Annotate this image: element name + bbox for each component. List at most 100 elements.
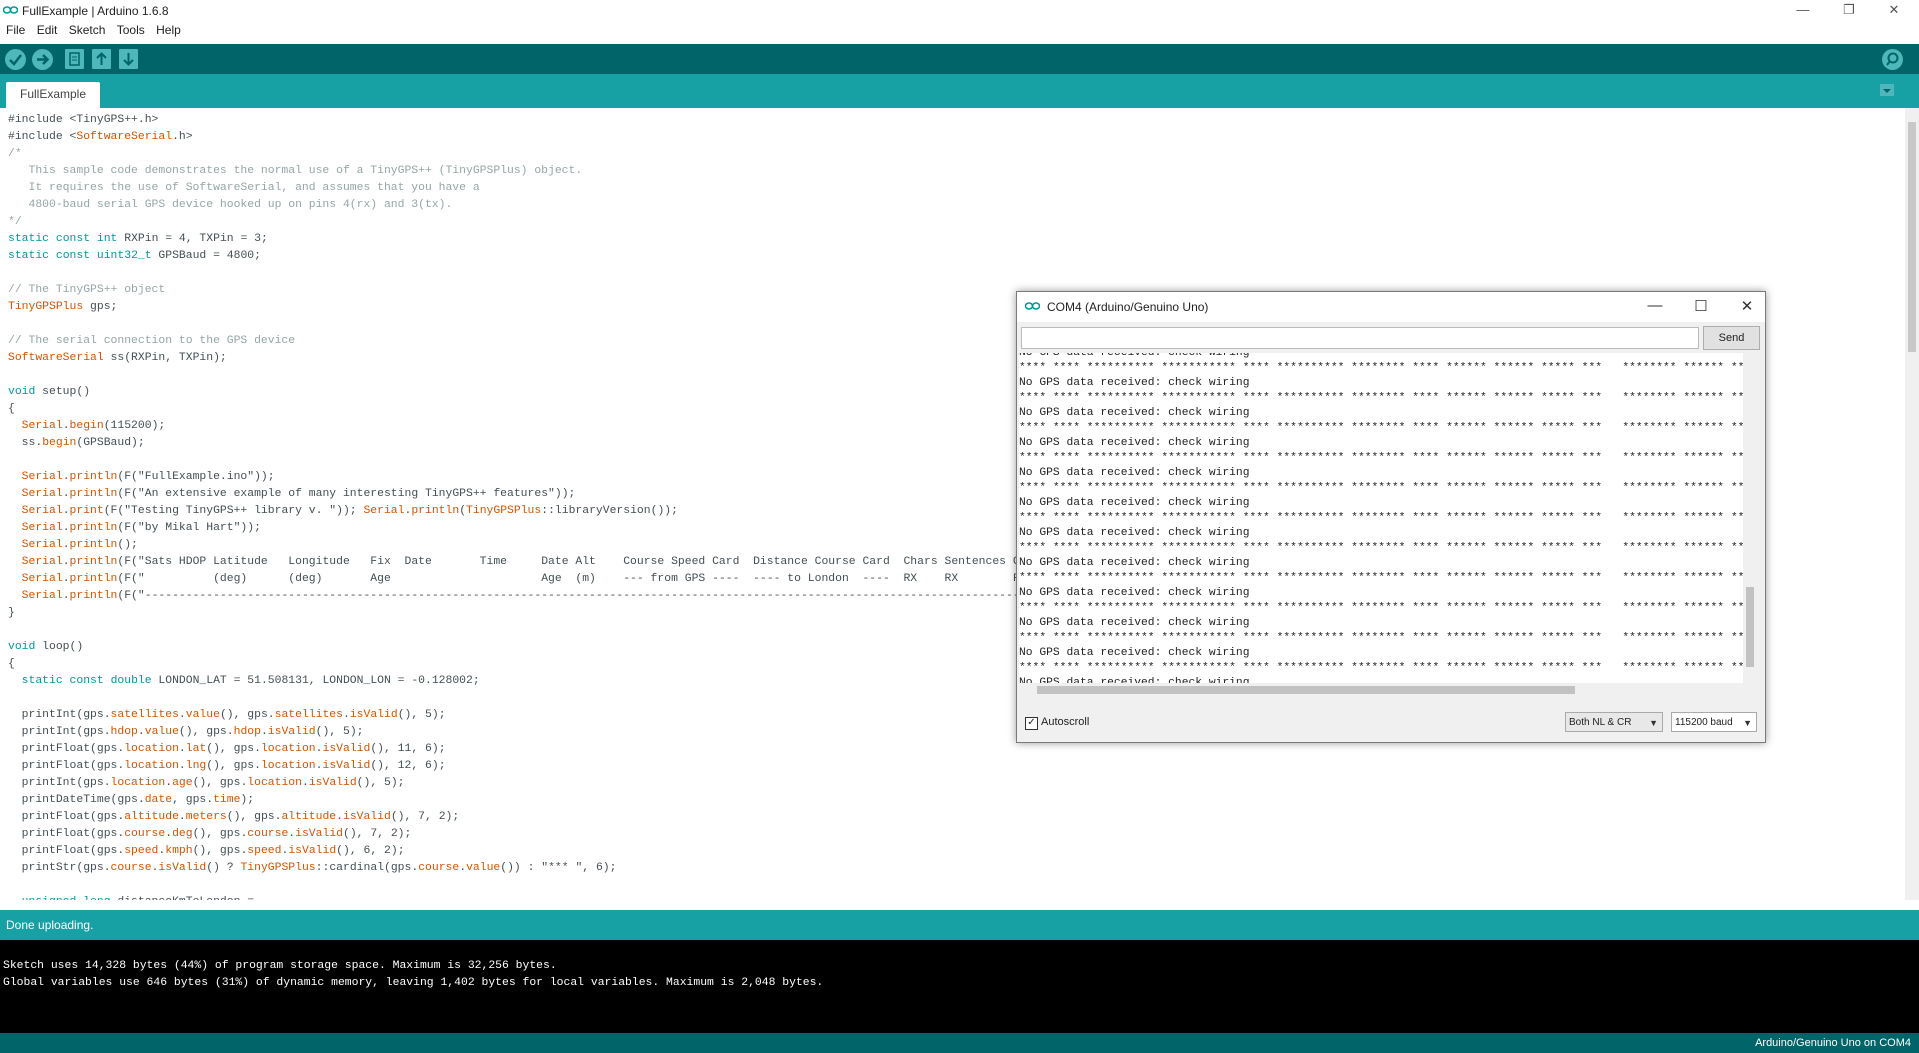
code-line: printInt(gps.location.age(), gps.locatio… (8, 777, 405, 789)
code-line: void setup() (8, 386, 91, 398)
serial-scroll-thumb[interactable] (1746, 587, 1754, 667)
code-line: It requires the use of SoftwareSerial, a… (8, 182, 480, 194)
open-button[interactable] (92, 49, 111, 69)
line-ending-select[interactable]: Both NL & CR ▼ (1565, 712, 1663, 732)
code-line: #include <SoftwareSerial.h> (8, 131, 193, 143)
new-sketch-button[interactable] (65, 49, 84, 69)
window-title: FullExample | Arduino 1.6.8 (22, 4, 169, 18)
serial-monitor-titlebar: COM4 (Arduino/Genuino Uno) — ☐ ✕ (1017, 292, 1765, 322)
serial-monitor-title: COM4 (Arduino/Genuino Uno) (1047, 300, 1209, 314)
code-line: Serial.print(F("Testing TinyGPS++ librar… (21, 505, 678, 517)
serial-line: No GPS data received: check wiring (1019, 527, 1250, 539)
code-text[interactable]: #include <TinyGPS++.h> #include <Software… (8, 112, 1095, 900)
console-output: Sketch uses 14,328 bytes (44%) of progra… (0, 940, 1919, 1033)
serial-footer: ✓ Autoscroll Both NL & CR ▼ 115200 baud … (1017, 706, 1765, 738)
menu-help[interactable]: Help (156, 23, 181, 37)
serial-line: **** **** ********** *********** **** **… (1019, 512, 1752, 524)
arrow-right-icon (37, 54, 50, 65)
menu-sketch[interactable]: Sketch (69, 23, 106, 37)
editor-scrollbar[interactable] (1905, 108, 1919, 900)
verify-button[interactable] (5, 49, 26, 70)
menu-file[interactable]: File (6, 23, 25, 37)
code-line: static const int RXPin = 4, TXPin = 3; (8, 233, 268, 245)
code-line: Serial.println(F("FullExample.ino")); (21, 471, 275, 483)
serial-line: No GPS data received: check wiring (1019, 353, 1250, 359)
code-line: ss.begin(GPSBaud); (8, 437, 145, 449)
serial-line: **** **** ********** *********** **** **… (1019, 422, 1752, 434)
serial-line: **** **** ********** *********** **** **… (1019, 482, 1752, 494)
serial-line: **** **** ********** *********** **** **… (1019, 392, 1752, 404)
code-line: Serial.println(F("Sats HDOP Latitude Lon… (21, 556, 1095, 568)
serial-line: No GPS data received: check wiring (1019, 437, 1250, 449)
code-line: } (8, 607, 15, 619)
menu-edit[interactable]: Edit (37, 23, 58, 37)
code-line: Serial.println(F("by Mikal Hart")); (21, 522, 261, 534)
code-line: Serial.println(F("An extensive example o… (21, 488, 576, 500)
serial-line: **** **** ********** *********** **** **… (1019, 572, 1752, 584)
close-button[interactable]: ✕ (1884, 2, 1904, 18)
serial-monitor-button[interactable] (1882, 49, 1903, 70)
serial-line: **** **** ********** *********** **** **… (1019, 602, 1752, 614)
serial-output: No GPS data received: check wiring **** *… (1019, 353, 1757, 683)
code-line: unsigned long distanceKmToLondon = (8, 894, 1095, 900)
code-line: TinyGPSPlus gps; (8, 301, 118, 313)
code-line: Serial.println(); (21, 539, 138, 551)
autoscroll-label: Autoscroll (1041, 716, 1090, 728)
serial-maximize-button[interactable]: ☐ (1689, 297, 1713, 315)
code-line: static const double LONDON_LAT = 51.5081… (21, 675, 480, 687)
code-line: { (8, 403, 15, 415)
serial-line: No GPS data received: check wiring (1019, 587, 1250, 599)
code-line: // The serial connection to the GPS devi… (8, 335, 296, 347)
code-line: printDateTime(gps.date, gps.time); (8, 794, 255, 806)
serial-line: No GPS data received: check wiring (1019, 497, 1250, 509)
save-button[interactable] (119, 49, 138, 69)
autoscroll-checkbox[interactable]: ✓ (1025, 717, 1038, 730)
code-line: printInt(gps.hdop.value(), gps.hdop.isVa… (8, 726, 364, 738)
window-titlebar: FullExample | Arduino 1.6.8 — ❐ ✕ (0, 0, 1919, 22)
serial-horizontal-scrollbar[interactable] (1019, 683, 1757, 697)
code-line: Serial.begin(115200); (21, 420, 166, 432)
code-line: This sample code demonstrates the normal… (8, 165, 583, 177)
arduino-logo-icon (1025, 302, 1040, 310)
code-line: printStr(gps.course.isValid() ? TinyGPSP… (8, 862, 617, 874)
board-status-bar: Arduino/Genuino Uno on COM4 (0, 1033, 1919, 1053)
code-line: // The TinyGPS++ object (8, 284, 166, 296)
serial-line: No GPS data received: check wiring (1019, 467, 1250, 479)
baud-rate-value: 115200 baud (1675, 717, 1733, 728)
serial-hscroll-thumb[interactable] (1037, 686, 1575, 694)
serial-line: No GPS data received: check wiring (1019, 647, 1250, 659)
code-line: printFloat(gps.course.deg(), gps.course.… (8, 828, 412, 840)
tab-menu-button[interactable] (1880, 84, 1894, 96)
serial-line: No GPS data received: check wiring (1019, 407, 1250, 419)
tab-bar: FullExample (0, 74, 1919, 108)
serial-minimize-button[interactable]: — (1643, 297, 1667, 314)
serial-line: **** **** ********** *********** **** **… (1019, 452, 1752, 464)
tab-fullexample[interactable]: FullExample (6, 82, 100, 108)
menu-tools[interactable]: Tools (117, 23, 145, 37)
serial-output-text: No GPS data received: check wiring **** *… (1019, 353, 1751, 683)
serial-send-input[interactable] (1021, 327, 1699, 349)
code-line: */ (8, 216, 22, 228)
chevron-down-icon: ▼ (1743, 718, 1752, 728)
code-line: printFloat(gps.location.lng(), gps.locat… (8, 760, 446, 772)
send-button[interactable]: Send (1703, 326, 1760, 350)
check-icon (9, 54, 22, 66)
new-file-icon (69, 52, 80, 66)
serial-line: **** **** ********** *********** **** **… (1019, 632, 1752, 644)
minimize-button[interactable]: — (1793, 2, 1813, 17)
restore-button[interactable]: ❐ (1839, 2, 1859, 18)
baud-rate-select[interactable]: 115200 baud ▼ (1671, 712, 1757, 732)
serial-monitor-window: COM4 (Arduino/Genuino Uno) — ☐ ✕ Send No… (1016, 291, 1766, 743)
editor-scroll-thumb[interactable] (1908, 122, 1916, 352)
upload-button[interactable] (32, 49, 53, 70)
code-line: void loop() (8, 641, 84, 653)
console-line: Sketch uses 14,328 bytes (44%) of progra… (3, 960, 557, 972)
serial-vertical-scrollbar[interactable] (1743, 353, 1757, 683)
serial-close-button[interactable]: ✕ (1735, 297, 1759, 315)
code-line: Serial.println(F(" (deg) (deg) Age Age (… (21, 573, 1068, 585)
